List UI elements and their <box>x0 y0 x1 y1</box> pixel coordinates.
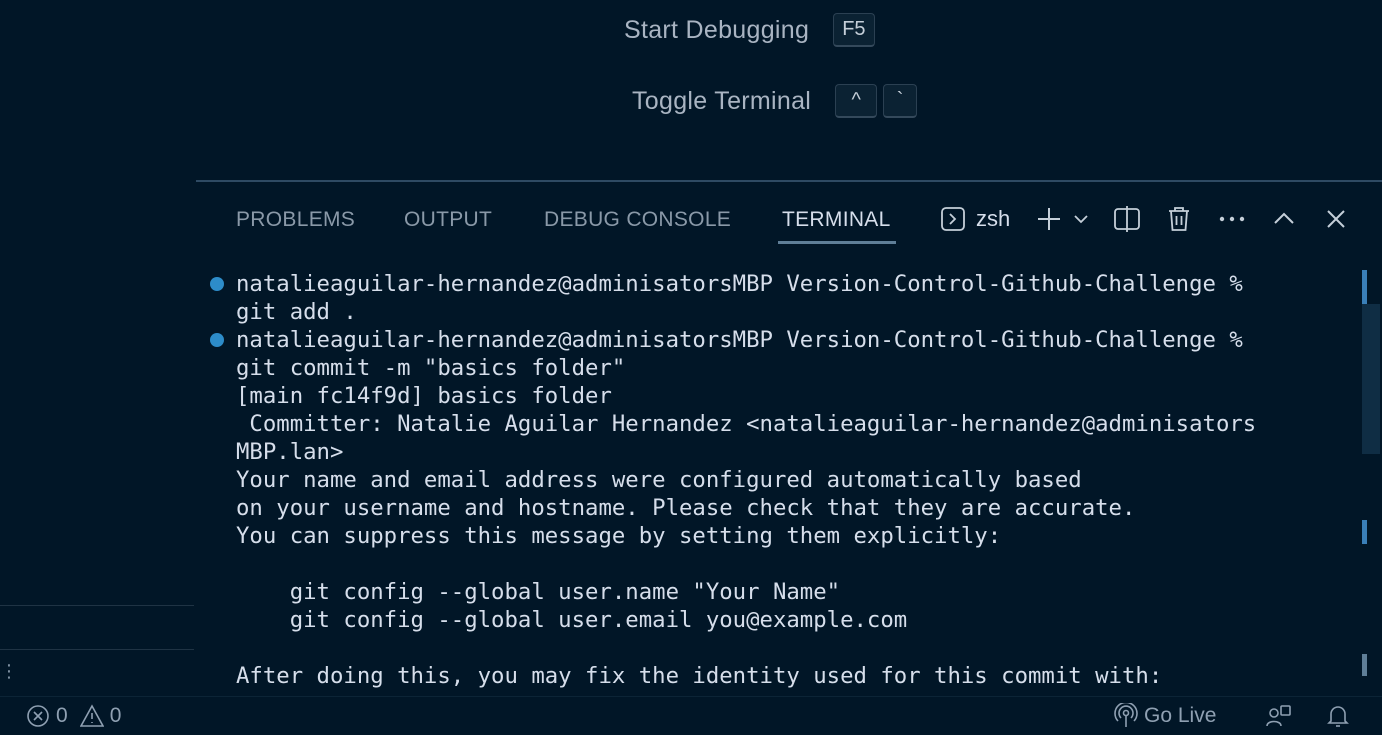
drag-handle-icon[interactable]: ⋮ <box>0 662 18 680</box>
ellipsis-icon <box>1218 214 1246 224</box>
more-actions-button[interactable] <box>1216 202 1248 236</box>
terminal-line: natalieaguilar-hernandez@adminisatorsMBP… <box>236 271 1243 297</box>
problems-status[interactable]: 0 0 <box>26 697 121 735</box>
trash-icon <box>1166 205 1192 233</box>
kill-terminal-button[interactable] <box>1164 202 1194 236</box>
terminal-line: git add . <box>236 299 357 325</box>
divider <box>0 605 194 606</box>
shortcut-label: Start Debugging <box>624 15 810 44</box>
terminal-line: You can suppress this message by setting… <box>236 523 1002 549</box>
accounts-status[interactable] <box>1266 697 1292 735</box>
command-decoration-icon[interactable] <box>210 277 224 291</box>
terminal-line: git config --global user.name "Your Name… <box>236 579 841 605</box>
terminal-line: git config --global user.email you@examp… <box>236 607 908 633</box>
shortcut-start-debugging: Start Debugging F5 <box>624 13 875 47</box>
error-count: 0 <box>56 704 68 727</box>
new-terminal-button[interactable] <box>1034 202 1064 236</box>
divider <box>0 649 194 650</box>
warning-icon <box>79 704 104 728</box>
shell-name: zsh <box>976 206 1011 231</box>
tab-terminal[interactable]: TERMINAL <box>782 208 891 232</box>
error-icon <box>26 704 50 728</box>
terminal-line: Your name and email address were configu… <box>236 467 1082 493</box>
shortcut-toggle-terminal: Toggle Terminal ^ ` <box>632 84 918 118</box>
tab-debug-console[interactable]: DEBUG CONSOLE <box>544 208 731 232</box>
scrollbar-thumb[interactable] <box>1362 304 1380 454</box>
chevron-up-icon <box>1272 207 1296 231</box>
tab-problems[interactable]: PROBLEMS <box>236 208 355 232</box>
keycap-backtick: ` <box>883 84 918 118</box>
go-live-label: Go Live <box>1144 704 1217 727</box>
bell-icon <box>1326 703 1350 729</box>
broadcast-icon <box>1114 703 1138 729</box>
keycap-control: ^ <box>835 84 878 118</box>
shell-selector[interactable]: zsh <box>940 202 1010 236</box>
active-tab-indicator <box>778 241 896 244</box>
terminal-line: [main fc14f9d] basics folder <box>236 383 612 409</box>
close-icon <box>1325 208 1347 230</box>
terminal-line: git commit -m "basics folder" <box>236 355 626 381</box>
command-decoration-icon[interactable] <box>210 333 224 347</box>
terminal-output[interactable]: natalieaguilar-hernandez@adminisatorsMBP… <box>196 266 1362 696</box>
welcome-shortcuts: Start Debugging F5 Toggle Terminal ^ ` <box>0 0 1382 180</box>
terminal-profiles-dropdown[interactable] <box>1070 202 1092 236</box>
keycap-f5: F5 <box>833 13 875 47</box>
maximize-panel-button[interactable] <box>1270 202 1298 236</box>
scrollbar-marker[interactable] <box>1362 654 1367 676</box>
terminal-line: on your username and hostname. Please ch… <box>236 495 1136 521</box>
warning-count: 0 <box>109 704 122 727</box>
shortcut-label: Toggle Terminal <box>632 86 812 115</box>
status-bar: 0 0 Go Live <box>0 696 1382 735</box>
notifications-button[interactable] <box>1326 697 1350 735</box>
terminal-line: natalieaguilar-hernandez@adminisatorsMBP… <box>236 327 1243 353</box>
tab-output[interactable]: OUTPUT <box>404 208 492 232</box>
split-icon <box>1112 205 1142 233</box>
terminal-line: After doing this, you may fix the identi… <box>236 663 1163 689</box>
bottom-panel: PROBLEMS OUTPUT DEBUG CONSOLE TERMINAL z… <box>196 180 1382 696</box>
panel-tabs: PROBLEMS OUTPUT DEBUG CONSOLE TERMINAL z… <box>196 182 1382 254</box>
chevron-down-icon <box>1072 210 1090 228</box>
terminal-icon <box>940 206 966 232</box>
plus-icon <box>1035 205 1063 233</box>
feedback-icon <box>1266 703 1292 729</box>
scrollbar-marker[interactable] <box>1362 270 1367 304</box>
go-live-button[interactable]: Go Live <box>1114 697 1216 735</box>
split-terminal-button[interactable] <box>1110 202 1144 236</box>
close-panel-button[interactable] <box>1322 202 1350 236</box>
terminal-line: MBP.lan> <box>236 439 344 465</box>
scrollbar-marker[interactable] <box>1362 520 1367 544</box>
terminal-line: Committer: Natalie Aguilar Hernandez <na… <box>236 411 1257 437</box>
